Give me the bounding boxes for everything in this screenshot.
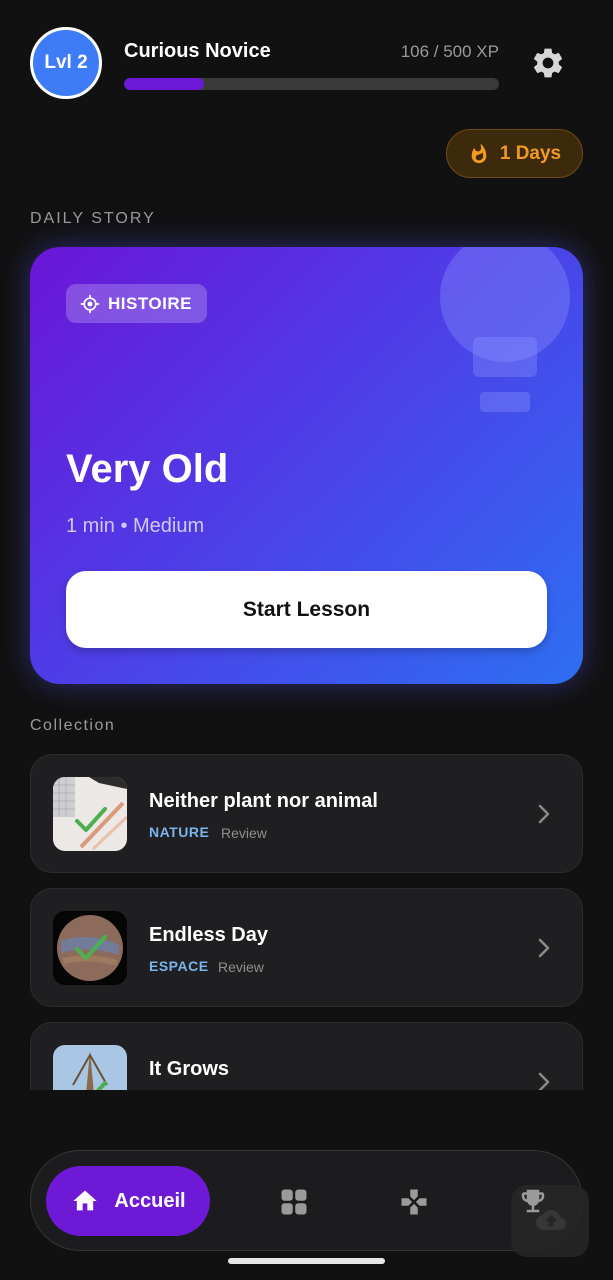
list-item[interactable]: Endless Day ESPACE Review xyxy=(30,888,583,1007)
lesson-title: Endless Day xyxy=(149,924,268,946)
home-icon xyxy=(73,1190,98,1211)
xp-progress-fill xyxy=(124,78,204,90)
chevron-right-icon xyxy=(538,938,550,958)
level-badge[interactable]: Lvl 2 xyxy=(30,27,102,99)
xp-counter: 106 / 500 XP xyxy=(400,42,499,61)
gamepad-icon[interactable] xyxy=(399,1187,429,1217)
xp-progress-bar xyxy=(124,78,499,90)
streak-label: 1 Days xyxy=(499,142,562,164)
lesson-title: It Grows xyxy=(149,1058,230,1080)
target-icon xyxy=(80,294,100,313)
grid-icon[interactable] xyxy=(279,1187,309,1217)
lesson-status: Review xyxy=(221,825,267,841)
collection-heading: Collection xyxy=(30,717,116,734)
lesson-status: Review xyxy=(218,959,264,975)
nav-home-tab[interactable]: Accueil xyxy=(46,1166,210,1236)
lesson-thumbnail xyxy=(53,1045,127,1090)
flame-icon xyxy=(471,143,487,163)
streak-badge[interactable]: 1 Days xyxy=(446,129,583,178)
lesson-thumbnail xyxy=(53,911,127,985)
story-title: Very Old xyxy=(66,447,229,491)
lightbulb-icon xyxy=(440,247,570,412)
bottom-navigation: Accueil xyxy=(30,1150,583,1251)
nav-home-label: Accueil xyxy=(114,1189,186,1212)
profile-header: Lvl 2 Curious Novice 106 / 500 XP xyxy=(0,0,613,120)
story-meta: 1 min • Medium xyxy=(66,515,205,537)
list-item[interactable]: It Grows xyxy=(30,1022,583,1090)
chevron-right-icon xyxy=(538,1072,550,1090)
home-indicator xyxy=(228,1258,385,1264)
daily-story-card[interactable]: HISTOIRE Very Old 1 min • Medium Start L… xyxy=(30,247,583,684)
collection-list: Neither plant nor animal NATURE Review E… xyxy=(0,740,613,1090)
trophy-icon[interactable] xyxy=(518,1186,548,1216)
chevron-right-icon xyxy=(538,804,550,824)
gear-icon[interactable] xyxy=(530,45,566,81)
lesson-category: ESPACE xyxy=(149,958,209,974)
list-item[interactable]: Neither plant nor animal NATURE Review xyxy=(30,754,583,873)
daily-story-heading: DAILY STORY xyxy=(30,210,156,227)
lesson-thumbnail xyxy=(53,777,127,851)
lesson-category: NATURE xyxy=(149,824,210,840)
story-category-tag: HISTOIRE xyxy=(66,284,207,323)
start-lesson-button[interactable]: Start Lesson xyxy=(66,571,547,648)
lesson-title: Neither plant nor animal xyxy=(149,790,378,812)
rank-title: Curious Novice xyxy=(124,40,271,62)
story-category-label: HISTOIRE xyxy=(108,293,192,313)
